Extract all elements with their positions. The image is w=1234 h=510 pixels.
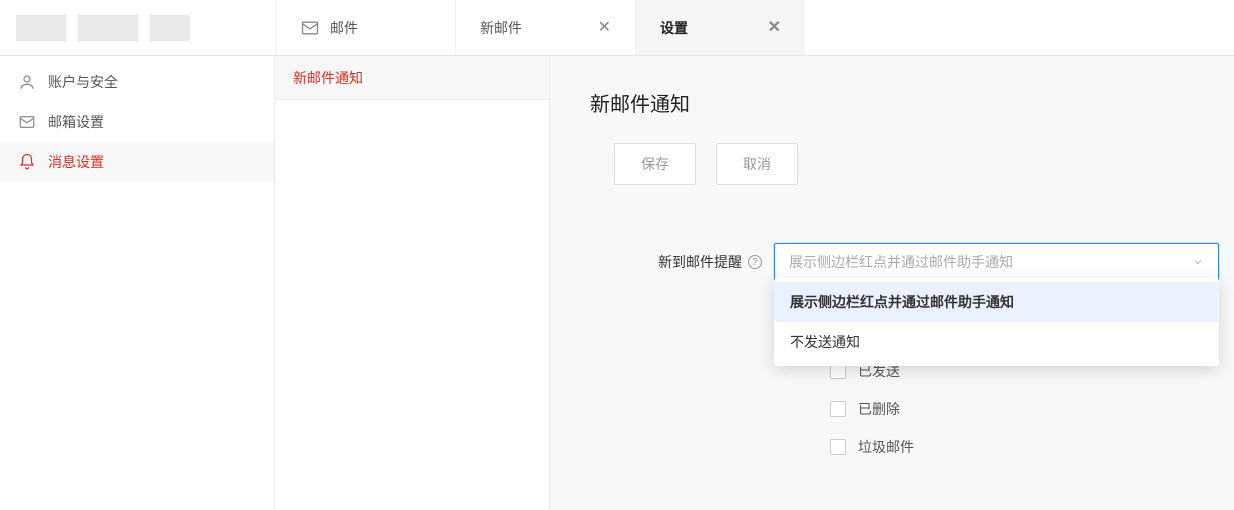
logo-placeholder	[16, 15, 66, 41]
chevron-down-icon	[1192, 256, 1204, 268]
tab-compose[interactable]: 新邮件 ✕	[455, 0, 635, 55]
sidebar-item-account[interactable]: 账户与安全	[0, 62, 274, 102]
tab-mail[interactable]: 邮件	[275, 0, 455, 55]
top-bar: 邮件 新邮件 ✕ 设置 ✕	[0, 0, 1234, 56]
close-icon[interactable]: ✕	[598, 20, 611, 36]
content-panel: 新邮件通知 保存 取消 新到邮件提醒 ? 展示侧边栏红点并通过邮件助手通知 展示…	[550, 56, 1234, 510]
form-label-text: 新到邮件提醒	[658, 252, 742, 272]
settings-sidebar: 账户与安全 邮箱设置 消息设置	[0, 56, 275, 510]
checkbox-icon[interactable]	[830, 439, 846, 455]
tab-mail-label: 邮件	[330, 18, 358, 38]
logo-area	[0, 0, 275, 55]
cancel-button[interactable]: 取消	[716, 143, 798, 185]
form-label: 新到邮件提醒 ?	[590, 252, 762, 272]
notification-select[interactable]: 展示侧边栏红点并通过邮件助手通知	[774, 243, 1219, 281]
checkbox-icon[interactable]	[830, 401, 846, 417]
logo-placeholder	[78, 15, 138, 41]
sidebar-item-label: 消息设置	[48, 152, 104, 172]
body-area: 账户与安全 邮箱设置 消息设置 新邮件通知 新邮件通知 保存	[0, 56, 1234, 510]
subpanel-item-new-mail-notify[interactable]: 新邮件通知	[275, 56, 549, 100]
sidebar-item-label: 账户与安全	[48, 72, 118, 92]
user-icon	[18, 73, 36, 91]
close-icon[interactable]: ✕	[768, 20, 781, 36]
checkbox-label: 已删除	[858, 399, 900, 419]
help-icon[interactable]: ?	[748, 255, 762, 269]
bell-icon	[18, 153, 36, 171]
save-button[interactable]: 保存	[614, 143, 696, 185]
checkbox-row-deleted[interactable]: 已删除	[830, 399, 1234, 419]
sidebar-item-mailbox[interactable]: 邮箱设置	[0, 102, 274, 142]
button-row: 保存 取消	[590, 143, 1234, 185]
checkbox-label: 垃圾邮件	[858, 437, 914, 457]
envelope-icon	[18, 113, 36, 131]
sidebar-item-notifications[interactable]: 消息设置	[0, 142, 274, 182]
sub-panel: 新邮件通知	[275, 56, 550, 510]
tab-settings[interactable]: 设置 ✕	[635, 0, 805, 55]
subpanel-item-label: 新邮件通知	[293, 68, 363, 88]
dropdown-option-show-badge[interactable]: 展示侧边栏红点并通过邮件助手通知	[774, 282, 1219, 322]
dropdown-option-no-notify[interactable]: 不发送通知	[774, 322, 1219, 362]
notification-dropdown: 展示侧边栏红点并通过邮件助手通知 不发送通知	[774, 278, 1219, 366]
logo-placeholder	[150, 15, 190, 41]
checkbox-row-spam[interactable]: 垃圾邮件	[830, 437, 1234, 457]
envelope-icon	[300, 18, 320, 38]
tab-compose-label: 新邮件	[480, 18, 522, 38]
select-placeholder: 展示侧边栏红点并通过邮件助手通知	[789, 252, 1013, 272]
tab-settings-label: 设置	[660, 18, 688, 38]
folder-checkbox-list: 已发送 已删除 垃圾邮件	[830, 361, 1234, 457]
page-title: 新邮件通知	[590, 88, 1234, 117]
form-row-new-mail-alert: 新到邮件提醒 ? 展示侧边栏红点并通过邮件助手通知	[590, 243, 1234, 281]
sidebar-item-label: 邮箱设置	[48, 112, 104, 132]
